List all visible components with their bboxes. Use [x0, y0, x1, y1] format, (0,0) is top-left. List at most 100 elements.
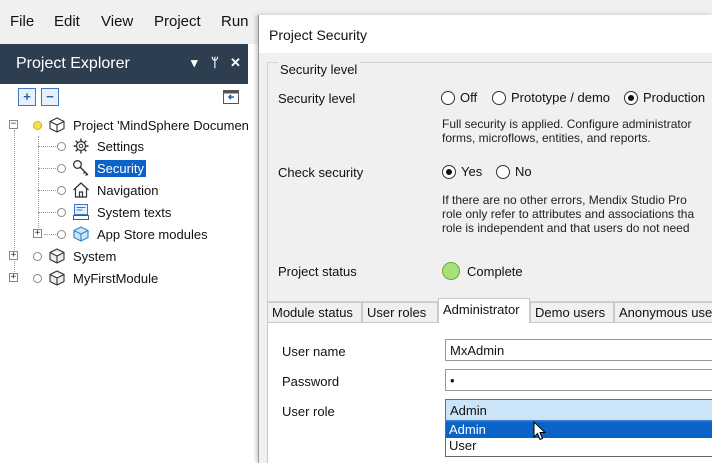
user-role-label: User role: [282, 404, 335, 419]
user-role-dropdown: Admin User: [445, 421, 712, 457]
security-description: Full security is applied. Configure admi…: [442, 117, 692, 131]
user-role-select[interactable]: Admin: [445, 399, 712, 421]
expand-toggle[interactable]: +: [9, 251, 18, 260]
tree-line: [38, 146, 56, 147]
explorer-toolbar: + −: [0, 84, 248, 114]
expand-toggle[interactable]: +: [9, 273, 18, 282]
radio-label: No: [515, 164, 532, 179]
tree-line: [38, 168, 56, 169]
tab-module-status[interactable]: Module status: [267, 302, 362, 322]
user-name-label: User name: [282, 344, 346, 359]
security-level-label: Security level: [278, 91, 356, 106]
mouse-cursor-icon: [533, 420, 547, 444]
project-status-value: Complete: [467, 264, 523, 279]
tree-item-settings[interactable]: Settings: [57, 135, 146, 157]
status-dot: [57, 141, 66, 151]
tree-line: [38, 212, 56, 213]
radio-label: Prototype / demo: [511, 90, 610, 105]
check-security-label: Check security: [278, 165, 364, 180]
tree-item-label: Navigation: [97, 182, 159, 198]
expand-toggle[interactable]: +: [33, 229, 42, 238]
check-description: If there are no other errors, Mendix Stu…: [442, 193, 687, 207]
tree-line: [38, 190, 56, 191]
close-icon[interactable]: ✕: [230, 55, 241, 71]
tab-administrator[interactable]: Administrator: [438, 298, 530, 323]
menu-project[interactable]: Project: [154, 13, 201, 30]
tree-item-myfirstmodule[interactable]: MyFirstModule: [33, 267, 160, 289]
box-icon: [48, 269, 66, 287]
home-icon: [72, 181, 90, 199]
dropdown-icon[interactable]: ▾: [191, 55, 198, 71]
tree-item-navigation[interactable]: Navigation: [57, 179, 160, 201]
user-name-field[interactable]: MxAdmin: [445, 339, 712, 361]
tree-item-security[interactable]: Security: [57, 157, 146, 179]
administrator-panel: User name MxAdmin Password • User role A…: [267, 322, 712, 463]
status-dot: [57, 207, 66, 217]
status-dot: [57, 163, 66, 173]
box-icon: [48, 247, 66, 265]
tree-item-label: App Store modules: [97, 226, 208, 242]
tab-demo-users[interactable]: Demo users: [530, 302, 614, 322]
radio-button[interactable]: [496, 164, 510, 179]
tab-strip: Module status User roles Administrator D…: [267, 298, 712, 323]
system-texts-icon: [72, 203, 90, 221]
project-status-label: Project status: [278, 264, 357, 279]
check-description: role is independent and that users do no…: [442, 221, 690, 235]
radio-label: Production: [643, 90, 706, 105]
dialog-title: Project Security: [269, 27, 368, 43]
tree-item-app-store-modules[interactable]: App Store modules: [57, 223, 210, 245]
status-dot: [33, 251, 42, 261]
status-dot: [57, 185, 66, 195]
radio-button[interactable]: [441, 90, 455, 105]
radio-prototype-demo[interactable]: Prototype / demo: [492, 90, 610, 105]
expand-all-icon[interactable]: +: [18, 88, 36, 106]
tree-item-project[interactable]: Project 'MindSphere Documen: [33, 114, 251, 136]
dropdown-option-admin[interactable]: Admin: [446, 422, 712, 438]
radio-off[interactable]: Off: [441, 90, 477, 105]
box-icon: [48, 116, 66, 134]
status-dot: [33, 273, 42, 283]
menu-edit[interactable]: Edit: [54, 13, 80, 30]
menu-run[interactable]: Run: [221, 13, 249, 30]
explorer-title: Project Explorer: [16, 55, 130, 72]
radio-production[interactable]: Production: [624, 90, 705, 105]
explorer-header: Project Explorer ▾ ᛘ ✕: [0, 44, 248, 84]
project-security-dialog: Project Security Security level Security…: [258, 15, 712, 463]
radio-button[interactable]: [442, 164, 456, 179]
collapse-all-icon[interactable]: −: [41, 88, 59, 106]
tree-item-label: Security: [95, 159, 146, 177]
tree-item-label: System: [73, 248, 117, 264]
tab-anonymous-users[interactable]: Anonymous use: [614, 302, 712, 322]
project-explorer: Project Explorer ▾ ᛘ ✕ + − − Project 'Mi…: [0, 44, 251, 463]
tree-item-label: System texts: [97, 204, 172, 220]
group-legend: Security level: [278, 62, 360, 77]
radio-button[interactable]: [624, 90, 638, 105]
gear-icon: [72, 137, 90, 155]
tree-item-label: MyFirstModule: [73, 270, 159, 286]
dropdown-option-user[interactable]: User: [446, 438, 712, 454]
tab-user-roles[interactable]: User roles: [362, 302, 438, 322]
radio-button[interactable]: [492, 90, 506, 105]
status-dot: [57, 229, 66, 239]
menu-file[interactable]: File: [10, 13, 34, 30]
app-store-icon: [72, 225, 90, 243]
pin-icon[interactable]: ᛘ: [211, 55, 219, 70]
radio-no[interactable]: No: [496, 164, 532, 179]
check-description: role only refer to attributes and associ…: [442, 207, 695, 221]
tree-item-label: Project 'MindSphere Documen: [73, 117, 249, 133]
dialog-titlebar[interactable]: Project Security: [259, 15, 712, 53]
menu-view[interactable]: View: [101, 13, 133, 30]
tree-item-label: Settings: [97, 138, 144, 154]
radio-yes[interactable]: Yes: [442, 164, 482, 179]
key-icon: [72, 159, 90, 177]
tree-item-system-texts[interactable]: System texts: [57, 201, 173, 223]
collapse-toggle[interactable]: −: [9, 120, 18, 129]
status-light-icon: [442, 262, 460, 280]
password-field[interactable]: •: [445, 369, 712, 391]
status-dot: [33, 120, 42, 130]
radio-label: Yes: [461, 164, 483, 179]
security-level-group: Security level Security level Off Protot…: [267, 62, 712, 302]
tree-item-system[interactable]: System: [33, 245, 118, 267]
security-description: forms, microflows, entities, and reports…: [442, 131, 651, 145]
sync-icon[interactable]: [222, 88, 240, 106]
